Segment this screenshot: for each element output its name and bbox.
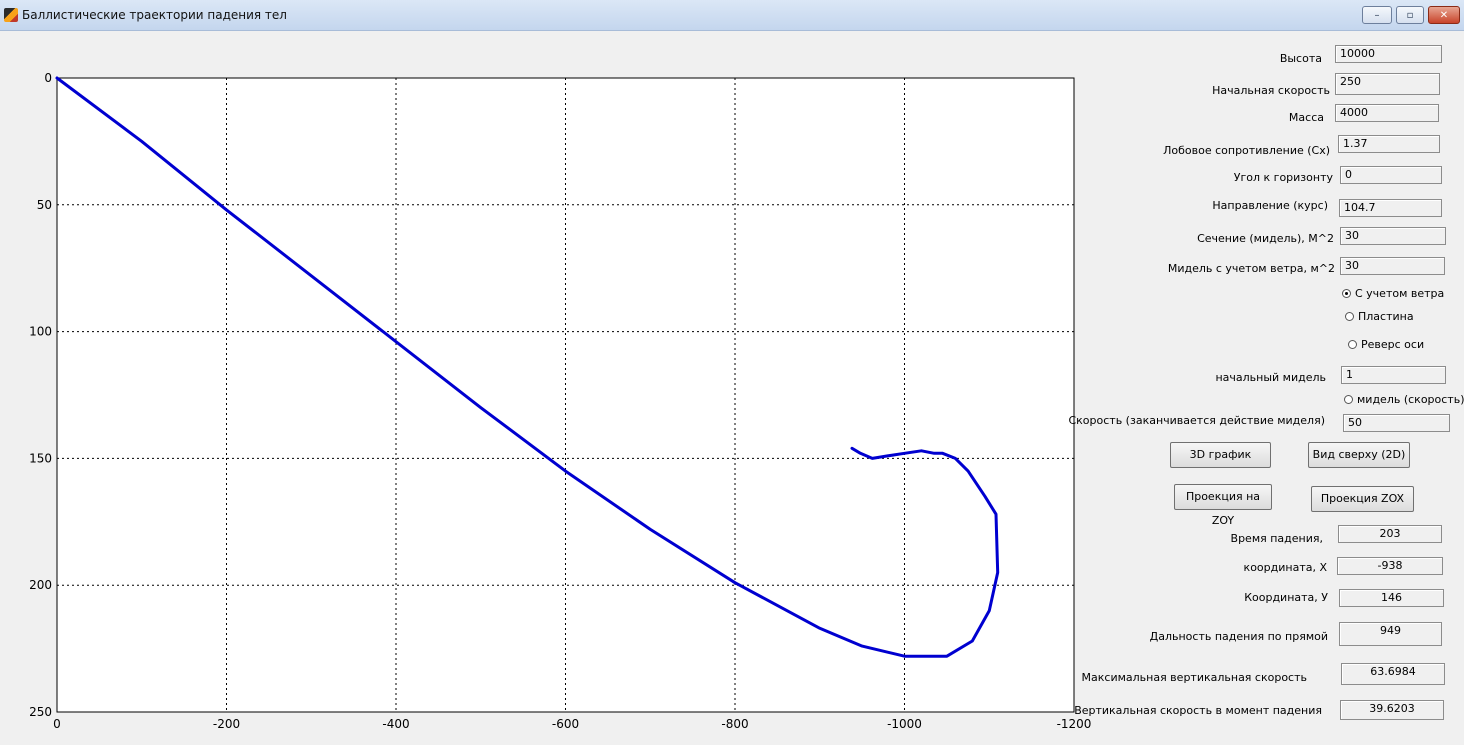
distance-output: 949 [1339,622,1442,646]
title-bar: Баллистические траектории падения тел – … [0,0,1464,31]
x-tick-label: -200 [213,717,240,731]
radio-selected-icon [1342,289,1351,298]
projection-zoy-button[interactable]: Проекция на ZOY [1174,484,1272,527]
time-output: 203 [1338,525,1442,543]
y-tick-label: 100 [29,325,52,339]
course-label: Направление (курс) [1212,199,1328,212]
angle-field[interactable]: 0 [1340,166,1442,184]
minimize-button[interactable]: – [1362,6,1392,24]
x-tick-label: -800 [721,717,748,731]
matlab-app-icon [4,8,18,22]
close-button[interactable]: ✕ [1428,6,1460,24]
restore-button[interactable]: ▫ [1396,6,1424,24]
section-label: Сечение (мидель), M^2 [1197,232,1334,245]
coord-y-label: Координата, У [1244,591,1328,604]
top-view-button[interactable]: Вид сверху (2D) [1308,442,1410,468]
trajectory-plot: 0 -200 -400 -600 -800 -1000 -1200 0 50 100 150 200 2… [0,30,1095,742]
mass-label: Масса [1288,111,1324,124]
radio-empty-icon [1344,395,1353,404]
projection-zox-button[interactable]: Проекция ZOX [1311,486,1414,512]
trajectory-chart: 0 -200 -400 -600 -800 -1000 -1200 0 50 100 150 200 2… [29,71,1092,731]
y-tick-label: 150 [29,451,52,465]
y-tick-label: 50 [37,198,52,212]
coord-x-label: координата, X [1243,561,1327,574]
speed-field[interactable]: 250 [1335,73,1440,95]
x-tick-label: -400 [382,717,409,731]
impact-vspeed-label: Вертикальная скорость в момент падения [1074,704,1322,717]
wind-midel-field[interactable]: 30 [1340,257,1445,275]
height-label: Высота [1279,52,1322,65]
coord-y-output: 146 [1339,589,1444,607]
radio-plate[interactable]: Пластина [1345,310,1414,323]
time-label: Время падения, [1230,532,1323,545]
radio-empty-icon [1348,340,1357,349]
graph-3d-button[interactable]: 3D график [1170,442,1271,468]
impact-vspeed-output: 39.6203 [1340,700,1444,720]
radio-empty-icon [1345,312,1354,321]
initial-midel-field[interactable]: 1 [1341,366,1446,384]
window-title: Баллистические траектории падения тел [22,8,287,22]
max-vspeed-label: Максимальная вертикальная скорость [1081,671,1307,684]
mass-field[interactable]: 4000 [1335,104,1439,122]
speed-label: Начальная скорость [1212,84,1330,97]
course-field[interactable]: 104.7 [1339,199,1442,217]
initial-midel-label: начальный мидель [1215,371,1326,384]
y-tick-label: 250 [29,705,52,719]
distance-label: Дальность падения по прямой [1149,630,1328,643]
x-tick-label: 0 [53,717,61,731]
coord-x-output: -938 [1337,557,1443,575]
drag-label: Лобовое сопротивление (Cx) [1163,144,1330,157]
radio-reverse-axis-label: Реверс оси [1361,338,1425,351]
radio-reverse-axis[interactable]: Реверс оси [1348,338,1424,351]
height-field[interactable]: 10000 [1335,45,1442,63]
x-tick-label: -1200 [1057,717,1092,731]
x-tick-label: -600 [552,717,579,731]
y-tick-label: 0 [44,71,52,85]
section-field[interactable]: 30 [1340,227,1446,245]
x-tick-label: -1000 [887,717,922,731]
wind-midel-label: Мидель с учетом ветра, м^2 [1167,262,1335,275]
radio-plate-label: Пластина [1358,310,1414,323]
end-speed-label: Скорость (заканчивается действие миделя) [1068,414,1325,427]
angle-label: Угол к горизонту [1233,171,1333,184]
radio-with-wind[interactable]: С учетом ветра [1342,287,1444,300]
end-speed-field[interactable]: 50 [1343,414,1450,432]
max-vspeed-output: 63.6984 [1341,663,1445,685]
radio-midel-speed-label: мидель (скорость) [1357,393,1464,406]
radio-with-wind-label: С учетом ветра [1355,287,1445,300]
drag-field[interactable]: 1.37 [1338,135,1440,153]
radio-midel-speed[interactable]: мидель (скорость) [1344,393,1464,406]
y-tick-label: 200 [29,578,52,592]
